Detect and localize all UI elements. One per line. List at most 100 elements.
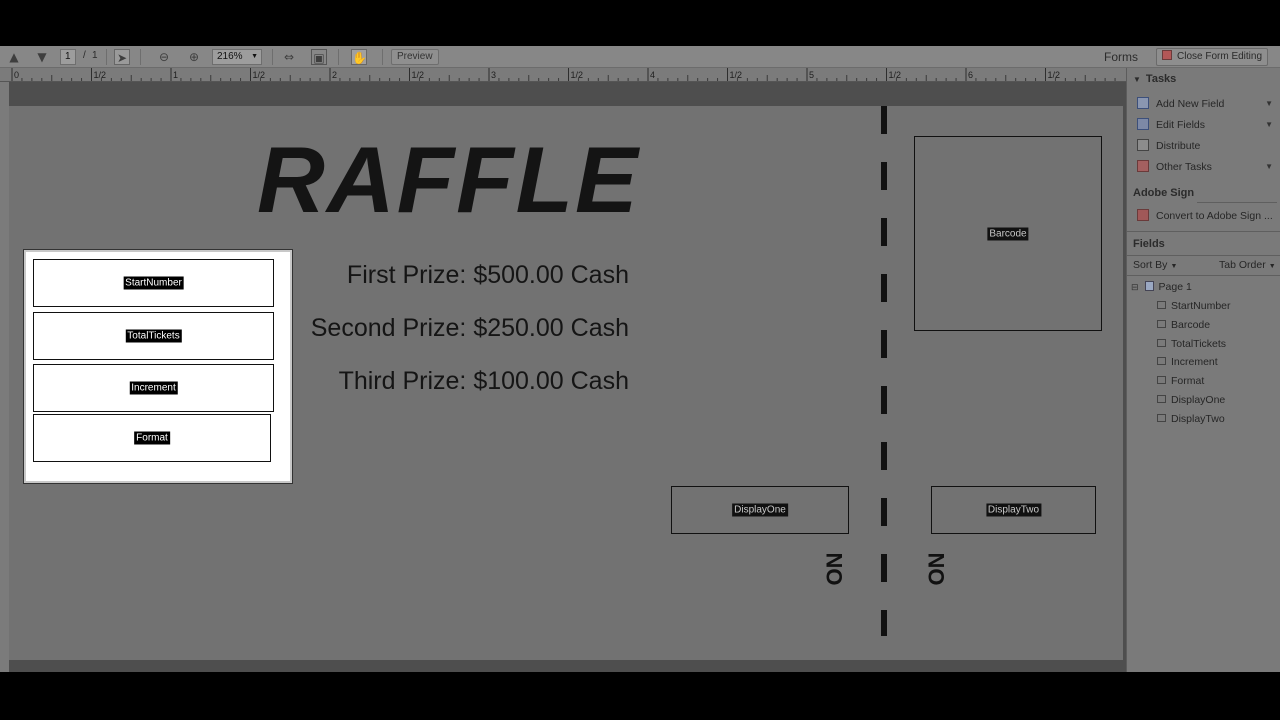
previous-page-icon[interactable]: ▲ xyxy=(6,49,22,65)
zoom-in-icon[interactable]: ⊕ xyxy=(186,49,202,65)
edit-fields-label: Edit Fields xyxy=(1156,119,1206,131)
ticket-cut-line xyxy=(881,106,887,636)
sort-by-dropdown[interactable]: Sort By ▼ xyxy=(1133,255,1193,275)
zoom-level-select[interactable]: 216% ▼ xyxy=(212,49,262,65)
distribute-icon xyxy=(1137,139,1149,151)
text-field-icon xyxy=(1157,357,1166,365)
toolbar-divider xyxy=(140,49,141,65)
page-separator: / xyxy=(83,50,86,61)
text-field-icon xyxy=(1157,414,1166,422)
section-divider xyxy=(1127,275,1280,276)
page-node-label: Page 1 xyxy=(1158,281,1192,293)
distribute-item[interactable]: Distribute xyxy=(1137,136,1275,156)
chevron-down-icon: ▼ xyxy=(1170,263,1178,270)
tab-order-label: Tab Order xyxy=(1219,259,1266,271)
zoom-value: 216% xyxy=(217,51,243,62)
field-list-label: Increment xyxy=(1171,356,1218,368)
toolbar-divider xyxy=(338,49,339,65)
toolbar-divider xyxy=(272,49,273,65)
section-divider xyxy=(1127,231,1280,232)
display-two-field-label: DisplayTwo xyxy=(985,503,1042,517)
sort-by-label: Sort By xyxy=(1133,259,1168,271)
barcode-field-label: Barcode xyxy=(987,227,1029,240)
chevron-down-icon: ▼ xyxy=(1268,263,1276,270)
add-new-field-item[interactable]: Add New Field ▼ xyxy=(1137,94,1275,114)
section-divider xyxy=(1197,202,1277,203)
ruler-label: 1/2 xyxy=(253,70,266,80)
toolbar: ▲ ▼ 1 / 1 ➤ ⊖ ⊕ 216% ▼ ⇔ ▣ ✋ Preview Form… xyxy=(0,46,1280,68)
field-list-label: TotalTickets xyxy=(1171,338,1227,350)
preview-button[interactable]: Preview xyxy=(391,49,439,65)
ruler-label: 1/2 xyxy=(94,70,107,80)
field-list-item[interactable]: TotalTickets xyxy=(1157,335,1226,353)
first-prize-text: First Prize: $500.00 Cash xyxy=(346,261,629,289)
chevron-down-icon: ▼ xyxy=(1265,162,1273,171)
start-number-field[interactable]: StartNumber xyxy=(33,259,274,307)
ruler-label: 1/2 xyxy=(412,70,425,80)
tasks-header[interactable]: ▼ Tasks xyxy=(1127,69,1280,89)
field-list-label: Barcode xyxy=(1171,319,1211,331)
text-field-icon xyxy=(1157,395,1166,403)
convert-adobe-sign-item[interactable]: Convert to Adobe Sign ... xyxy=(1137,206,1275,226)
ruler-label: 3 xyxy=(491,70,496,80)
field-list-label: Format xyxy=(1171,375,1205,387)
select-tool-icon[interactable]: ➤ xyxy=(114,49,130,65)
page-icon xyxy=(1144,281,1154,291)
format-field[interactable]: Format xyxy=(33,414,271,462)
edit-fields-item[interactable]: Edit Fields ▼ xyxy=(1137,115,1275,135)
chevron-down-icon: ▼ xyxy=(1265,120,1273,129)
ruler-label: 1/2 xyxy=(889,70,902,80)
collapse-icon: ▼ xyxy=(1133,75,1141,84)
vertical-ruler xyxy=(0,82,9,672)
field-list-label: StartNumber xyxy=(1171,300,1231,312)
fit-page-icon[interactable]: ▣ xyxy=(311,49,327,65)
chevron-down-icon: ▼ xyxy=(251,53,258,60)
tree-collapse-icon: ⊟ xyxy=(1131,282,1139,292)
horizontal-ruler: 0 1/2 1 1/2 2 1/2 3 1/2 4 1/2 5 1/2 6 1/2 xyxy=(0,68,1126,82)
ruler-label: 4 xyxy=(650,70,655,80)
field-list-item[interactable]: Barcode xyxy=(1157,316,1210,334)
close-form-editing-button[interactable]: Close Form Editing xyxy=(1156,48,1268,66)
page-number-input[interactable]: 1 xyxy=(60,49,76,65)
text-field-icon xyxy=(1157,301,1166,309)
field-list-label: DisplayTwo xyxy=(1171,413,1225,425)
page-node[interactable]: ⊟ Page 1 xyxy=(1131,278,1192,296)
acrobat-window: ▲ ▼ 1 / 1 ➤ ⊖ ⊕ 216% ▼ ⇔ ▣ ✋ Preview Form… xyxy=(0,0,1280,720)
next-page-icon[interactable]: ▼ xyxy=(34,49,50,65)
display-one-field[interactable]: DisplayOne xyxy=(671,486,849,534)
edit-fields-icon xyxy=(1137,118,1149,130)
field-list-item[interactable]: DisplayOne xyxy=(1157,391,1225,409)
hand-tool-icon[interactable]: ✋ xyxy=(351,49,367,65)
field-list-item[interactable]: DisplayTwo xyxy=(1157,410,1225,428)
increment-field[interactable]: Increment xyxy=(33,364,274,412)
field-list-item[interactable]: StartNumber xyxy=(1157,297,1231,315)
format-field-label: Format xyxy=(134,431,170,445)
convert-adobe-sign-label: Convert to Adobe Sign ... xyxy=(1156,210,1273,222)
adobe-sign-header: Adobe Sign xyxy=(1133,187,1195,199)
tasks-header-label: Tasks xyxy=(1145,73,1177,85)
zoom-out-icon[interactable]: ⊖ xyxy=(156,49,172,65)
tab-order-dropdown[interactable]: Tab Order ▼ xyxy=(1219,255,1279,275)
barcode-field[interactable]: Barcode xyxy=(914,136,1102,331)
adobe-sign-icon xyxy=(1137,209,1149,221)
ruler-label: 0 xyxy=(14,70,19,80)
field-list-item[interactable]: Increment xyxy=(1157,353,1218,371)
add-new-field-label: Add New Field xyxy=(1156,98,1225,110)
forms-label: Forms xyxy=(1104,50,1138,64)
add-field-icon xyxy=(1137,97,1149,109)
start-number-field-label: StartNumber xyxy=(123,276,184,290)
total-tickets-field[interactable]: TotalTickets xyxy=(33,312,274,360)
display-two-field[interactable]: DisplayTwo xyxy=(931,486,1096,534)
ruler-label: 6 xyxy=(968,70,973,80)
ruler-label: 1/2 xyxy=(571,70,584,80)
fit-width-icon[interactable]: ⇔ xyxy=(281,49,297,65)
field-list-label: DisplayOne xyxy=(1171,394,1226,406)
fields-header: Fields xyxy=(1133,238,1165,250)
display-one-field-label: DisplayOne xyxy=(732,503,788,517)
other-tasks-item[interactable]: Other Tasks ▼ xyxy=(1137,157,1275,177)
chevron-down-icon: ▼ xyxy=(1265,99,1273,108)
forms-side-panel: ▼ Tasks Add New Field ▼ Edit Fields ▼ Distr… xyxy=(1126,68,1280,672)
other-tasks-icon xyxy=(1137,160,1149,172)
text-field-icon xyxy=(1157,339,1166,347)
field-list-item[interactable]: Format xyxy=(1157,372,1204,390)
